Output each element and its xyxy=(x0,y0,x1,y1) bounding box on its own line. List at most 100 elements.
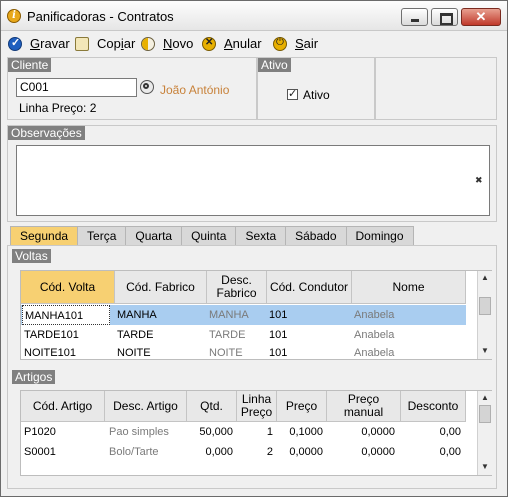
voltas-title: Voltas xyxy=(12,249,51,263)
anular-label: Anular xyxy=(224,36,262,51)
table-row[interactable]: MANHA101 MANHA MANHA 101 Anabela xyxy=(21,305,466,325)
cell-nome: Anabela xyxy=(354,309,395,321)
cliente-code-input[interactable]: C001 xyxy=(16,78,137,97)
scroll-up-icon[interactable]: ▲ xyxy=(478,391,492,405)
cell-preco: 0,0000 xyxy=(289,446,323,458)
gravar-button[interactable]: Gravar xyxy=(8,35,70,52)
voltas-header-cod-volta[interactable]: Cód. Volta xyxy=(21,271,115,304)
search-icon[interactable] xyxy=(140,80,154,94)
cell-preco: 0,1000 xyxy=(289,426,323,438)
scroll-up-icon[interactable]: ▲ xyxy=(478,271,492,285)
cell-desconto: 0,00 xyxy=(439,426,461,438)
cell-cod-artigo: S0001 xyxy=(24,446,56,458)
check-circle-icon xyxy=(8,36,22,51)
anular-button[interactable]: Anular xyxy=(202,35,262,52)
clear-icon[interactable]: ✖ xyxy=(475,175,483,186)
cell-preco-manual: 0,0000 xyxy=(361,426,395,438)
tab-quarta[interactable]: Quarta xyxy=(125,226,183,245)
tab-segunda[interactable]: Segunda xyxy=(10,226,79,245)
right-empty-panel xyxy=(375,57,497,120)
observacoes-title: Observações xyxy=(8,126,85,140)
artigos-scrollbar[interactable]: ▲ ▼ xyxy=(477,391,492,475)
cell-cod-volta: NOITE101 xyxy=(24,347,76,359)
cell-cod-condutor: 101 xyxy=(269,347,288,359)
scroll-thumb[interactable] xyxy=(479,297,491,315)
ativo-label: Ativo xyxy=(303,88,330,102)
scroll-down-icon[interactable]: ▼ xyxy=(478,460,492,474)
close-button[interactable]: ✕ xyxy=(461,8,501,26)
table-row[interactable]: S0001 Bolo/Tarte 0,000 2 0,0000 0,0000 0… xyxy=(21,442,466,462)
cancel-icon xyxy=(202,36,216,51)
cell-cod-fabrico: NOITE xyxy=(117,347,151,359)
tab-domingo[interactable]: Domingo xyxy=(345,226,414,245)
cell-cod-volta: MANHA101 xyxy=(22,305,110,325)
cell-linha-preco: 1 xyxy=(266,426,273,438)
tab-terca[interactable]: Terça xyxy=(77,226,127,245)
novo-label: Novo xyxy=(163,36,194,51)
cell-desc-fabrico: MANHA xyxy=(209,309,249,321)
app-info-icon: i xyxy=(7,9,21,23)
artigos-header-qtd[interactable]: Qtd. xyxy=(187,391,237,422)
cell-cod-fabrico: MANHA xyxy=(117,309,157,321)
new-icon xyxy=(141,36,155,51)
main-window: i Panificadoras - Contratos ✕ Gravar Cop… xyxy=(0,0,508,497)
scroll-down-icon[interactable]: ▼ xyxy=(478,344,492,358)
voltas-header-cod-condutor[interactable]: Cód. Condutor xyxy=(267,271,352,304)
artigos-header-desc-artigo[interactable]: Desc. Artigo xyxy=(105,391,187,422)
cell-nome: Anabela xyxy=(354,329,395,341)
observacoes-panel: Observações ✖ xyxy=(7,125,497,222)
tab-sexta[interactable]: Sexta xyxy=(235,226,287,245)
artigos-title: Artigos xyxy=(12,370,56,384)
artigos-header-preco-manual[interactable]: Preço manual xyxy=(327,391,401,422)
table-row[interactable]: P1020 Pao simples 50,000 1 0,1000 0,0000… xyxy=(21,422,466,442)
toolbar: Gravar Copiar Novo Anular Sair xyxy=(1,32,507,54)
copiar-button[interactable]: Copiar xyxy=(75,35,135,52)
ativo-panel: Ativo Ativo xyxy=(257,57,375,120)
maximize-button[interactable] xyxy=(431,8,458,26)
voltas-header-nome[interactable]: Nome xyxy=(352,271,466,304)
cell-preco-manual: 0,0000 xyxy=(361,446,395,458)
cliente-title: Cliente xyxy=(8,58,52,72)
window-title: Panificadoras - Contratos xyxy=(27,9,174,24)
power-icon xyxy=(273,36,287,51)
artigos-header-preco[interactable]: Preço xyxy=(277,391,327,422)
observacoes-textarea[interactable] xyxy=(16,145,490,216)
cell-desconto: 0,00 xyxy=(439,446,461,458)
ativo-checkbox[interactable] xyxy=(287,87,298,100)
tab-quinta[interactable]: Quinta xyxy=(181,226,237,245)
cell-cod-condutor: 101 xyxy=(269,309,288,321)
title-bar: i Panificadoras - Contratos ✕ xyxy=(1,1,507,31)
voltas-header-cod-fabrico[interactable]: Cód. Fabrico xyxy=(115,271,207,304)
ativo-title: Ativo xyxy=(258,58,291,72)
cell-linha-preco: 2 xyxy=(266,446,273,458)
day-tabs: Segunda Terça Quarta Quinta Sexta Sábado… xyxy=(10,226,414,245)
voltas-grid: Cód. Volta Cód. Fabrico Desc. Fabrico Có… xyxy=(20,270,492,360)
cell-cod-artigo: P1020 xyxy=(24,426,56,438)
table-row[interactable]: NOITE101 NOITE NOITE 101 Anabela xyxy=(21,345,466,359)
cell-desc-fabrico: TARDE xyxy=(209,329,246,341)
cell-cod-fabrico: TARDE xyxy=(117,329,154,341)
sair-label: Sair xyxy=(295,36,319,51)
sair-button[interactable]: Sair xyxy=(273,35,318,52)
minimize-button[interactable] xyxy=(401,8,428,26)
artigos-header-cod-artigo[interactable]: Cód. Artigo xyxy=(21,391,105,422)
cell-desc-fabrico: NOITE xyxy=(209,347,243,359)
tab-sabado[interactable]: Sábado xyxy=(285,226,347,245)
cell-qtd: 0,000 xyxy=(205,446,233,458)
table-row[interactable]: TARDE101 TARDE TARDE 101 Anabela xyxy=(21,325,466,345)
cliente-name: João António xyxy=(160,83,230,97)
artigos-header-desconto[interactable]: Desconto xyxy=(401,391,466,422)
voltas-header-desc-fabrico[interactable]: Desc. Fabrico xyxy=(207,271,267,304)
artigos-header-linha-preco[interactable]: Linha Preço xyxy=(237,391,277,422)
copy-icon xyxy=(75,36,89,51)
artigos-grid: Cód. Artigo Desc. Artigo Qtd. Linha Preç… xyxy=(20,390,492,476)
scroll-thumb[interactable] xyxy=(479,405,491,423)
novo-button[interactable]: Novo xyxy=(141,35,193,52)
voltas-scrollbar[interactable]: ▲ ▼ xyxy=(477,271,492,359)
gravar-label: Gravar xyxy=(30,36,70,51)
copiar-label: Copiar xyxy=(97,36,136,51)
price-line-label: Linha Preço: 2 xyxy=(19,101,97,115)
cell-desc-artigo: Bolo/Tarte xyxy=(109,446,159,458)
cell-cod-volta: TARDE101 xyxy=(24,329,79,341)
cell-nome: Anabela xyxy=(354,347,395,359)
